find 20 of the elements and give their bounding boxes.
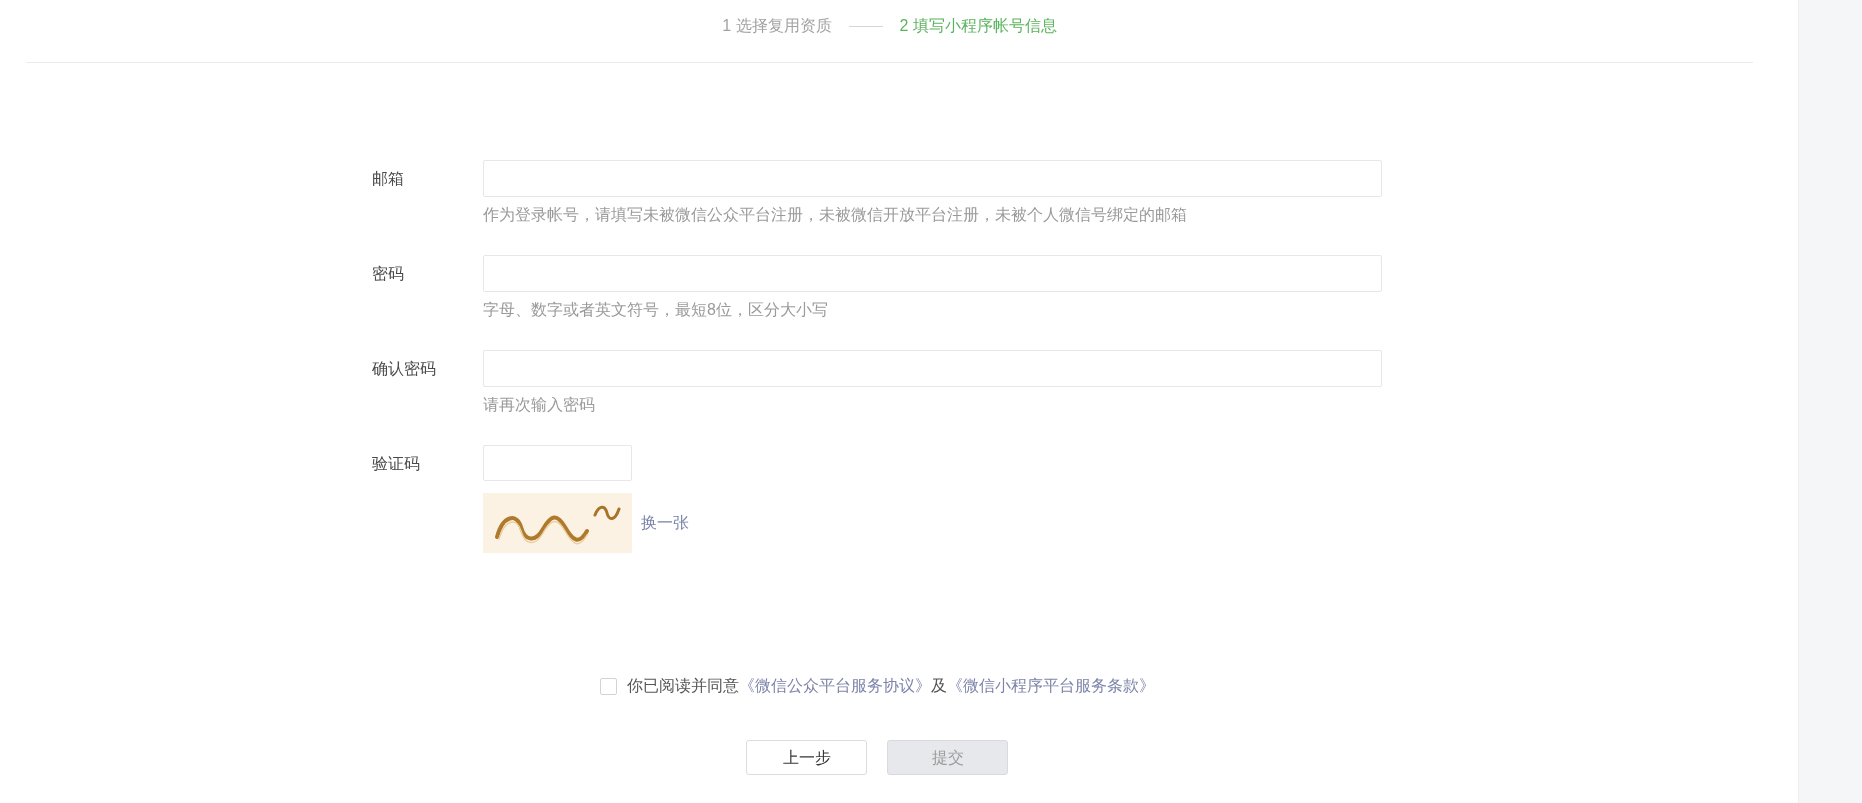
step-label: 1 选择复用资质 [722,16,832,36]
previous-step-button[interactable]: 上一步 [746,740,867,775]
agreement-checkbox[interactable] [599,677,617,695]
field-hint: 作为登录帐号，请填写未被微信公众平台注册，未被微信开放平台注册，未被个人微信号绑定的邮箱 [483,205,1188,225]
field-hint: 请再次输入密码 [483,395,596,415]
captcha-field[interactable] [483,445,632,481]
step-label: 2 填写小程序帐号信息 [899,16,1057,36]
field-label: 验证码 [372,454,421,474]
agreement-text: 你已阅读并同意《微信公众平台服务协议》及《微信小程序平台服务条款》 [626,676,1155,696]
password-field[interactable] [483,350,1382,387]
email-field[interactable] [483,160,1382,197]
refresh-captcha-link[interactable]: 换一张 [641,511,689,535]
agreement-link[interactable]: 《微信公众平台服务协议》 [738,677,931,694]
field-label: 邮箱 [372,169,405,189]
field-hint: 字母、数字或者英文符号，最短8位，区分大小写 [483,300,829,320]
password-field[interactable] [483,255,1382,292]
field-label: 确认密码 [372,359,437,379]
agreement-link[interactable]: 《微信小程序平台服务条款》 [946,677,1155,694]
field-label: 密码 [372,264,405,284]
step-connector-line [848,26,883,27]
